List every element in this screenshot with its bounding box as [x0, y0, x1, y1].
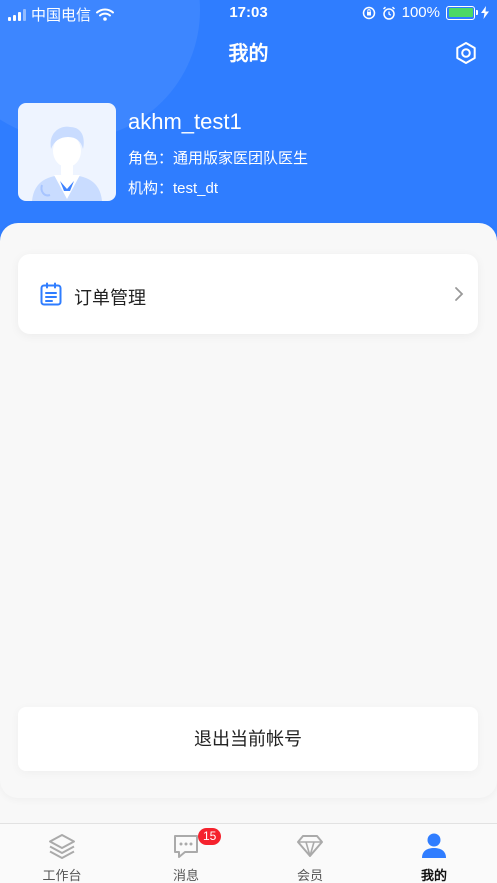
- tab-workbench[interactable]: 工作台: [0, 824, 124, 883]
- logout-button[interactable]: 退出当前帐号: [18, 707, 478, 771]
- unread-badge: 15: [198, 828, 222, 845]
- chevron-right-icon: [455, 287, 464, 301]
- orientation-lock-icon: [362, 6, 375, 19]
- tab-bar: 工作台 15 消息 会员 我的: [0, 823, 497, 883]
- tab-label: 会员: [296, 868, 323, 883]
- tab-label: 工作台: [42, 868, 82, 883]
- doctor-avatar-icon: [32, 126, 102, 201]
- tab-label: 我的: [420, 868, 447, 883]
- tab-members[interactable]: 会员: [248, 824, 372, 883]
- user-name: akhm_test1: [128, 109, 242, 134]
- user-profile: akhm_test1 角色：通用版家医团队医生 机构：test_dt: [18, 103, 478, 203]
- order-management-item[interactable]: 订单管理: [18, 254, 478, 334]
- layers-icon: [49, 834, 75, 859]
- alarm-icon: [382, 6, 395, 20]
- battery-icon: [446, 5, 478, 20]
- clipboard-icon: [40, 282, 62, 306]
- settings-button[interactable]: [453, 40, 479, 66]
- status-bar: 中国电信 17:03 100%: [0, 0, 497, 26]
- tab-label: 消息: [172, 868, 199, 883]
- avatar: [18, 103, 116, 201]
- battery-percent: 100%: [401, 4, 440, 21]
- tab-messages[interactable]: 15 消息: [124, 824, 248, 883]
- user-organization: 机构：test_dt: [128, 180, 219, 197]
- settings-icon: [456, 42, 476, 64]
- chat-icon: [174, 835, 198, 858]
- page-title: 我的: [228, 43, 269, 65]
- tab-mine[interactable]: 我的: [372, 824, 496, 883]
- order-management-label: 订单管理: [74, 288, 146, 308]
- charging-icon: [481, 6, 489, 19]
- person-icon: [422, 833, 446, 858]
- diamond-icon: [297, 835, 323, 857]
- user-role: 角色：通用版家医团队医生: [128, 150, 309, 167]
